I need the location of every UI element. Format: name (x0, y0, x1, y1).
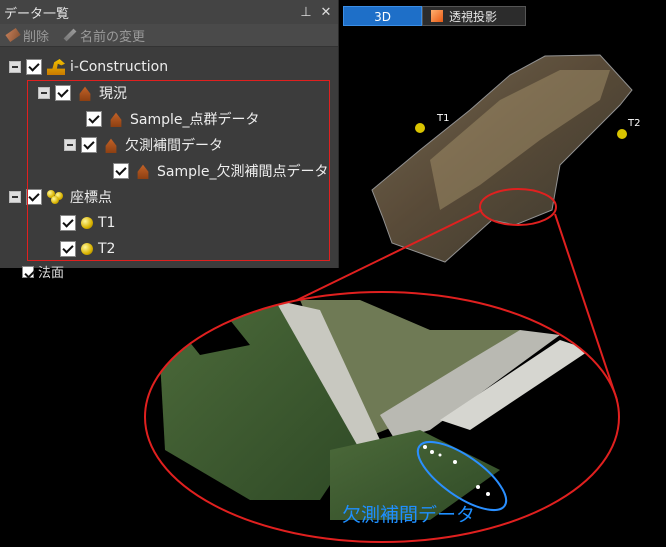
missing-data-callout: 欠測補間データ (342, 504, 476, 526)
t1-marker[interactable] (415, 123, 425, 133)
t2-label: T2 (628, 118, 641, 129)
viewer-canvas[interactable] (0, 0, 666, 547)
t2-marker[interactable] (617, 129, 627, 139)
t1-label: T1 (437, 113, 450, 124)
